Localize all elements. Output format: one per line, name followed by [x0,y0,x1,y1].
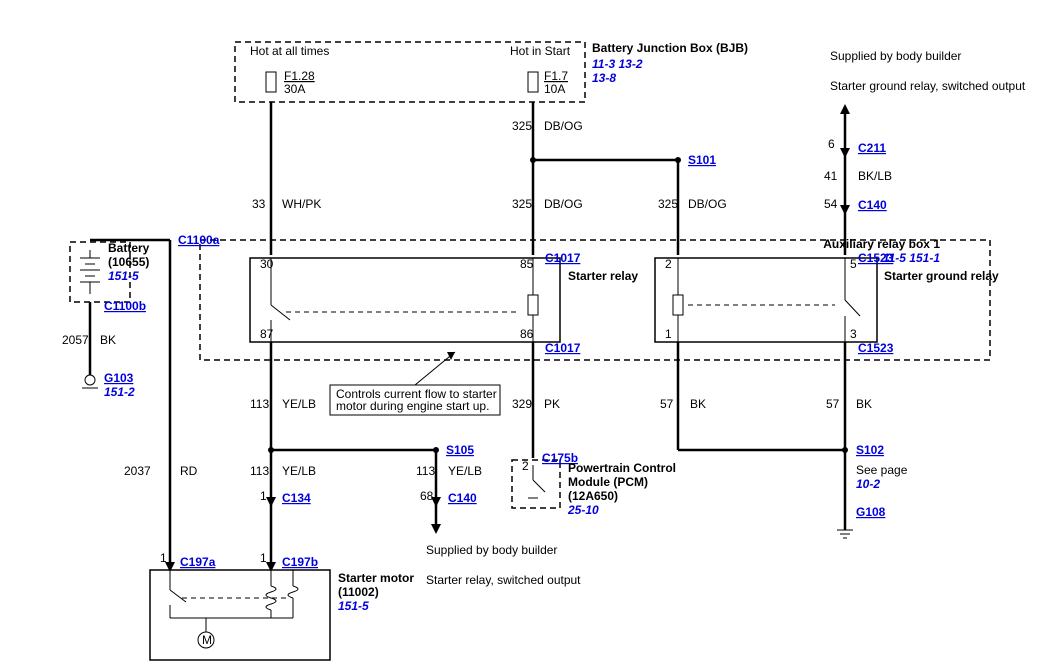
svg-text:1: 1 [260,551,267,565]
g108: G108 [856,505,886,519]
c1017-top: C1017 [545,251,581,265]
s101: S101 [688,153,716,167]
svg-text:113: 113 [250,397,269,411]
w41-n: 41 [824,169,838,183]
svg-text:Supplied by body builder: Supplied by body builder [426,543,557,557]
w325b-c: DB/OG [544,197,583,211]
f128-name: F1.28 [284,69,315,83]
starter-motor [150,570,330,660]
c1100a: C1100a [178,233,220,247]
fuse-2-symbol [528,72,538,92]
arrow-icon [447,352,455,360]
svg-text:85: 85 [520,257,534,271]
svg-text:BK: BK [690,397,706,411]
ground-symbol [85,375,95,385]
g103: G103 [104,371,134,385]
svg-text:Starter motor: Starter motor [338,571,414,585]
w325a-c: DB/OG [544,119,583,133]
svg-text:Starter relay, switched output: Starter relay, switched output [426,573,581,587]
arrow-down-icon [431,524,441,534]
seepage: See page [856,463,908,477]
svg-text:57: 57 [660,397,674,411]
svg-text:Battery: Battery [108,241,150,255]
w325a-n: 325 [512,119,532,133]
c134: C134 [282,491,311,505]
svg-text:1: 1 [260,489,267,503]
svg-text:2057: 2057 [62,333,89,347]
svg-text:1: 1 [665,327,672,341]
svg-text:Auxiliary relay box 1: Auxiliary relay box 1 [823,237,940,251]
svg-text:YE/LB: YE/LB [282,464,316,478]
c1100b: C1100b [104,299,146,313]
f17-name: F1.7 [544,69,568,83]
s105: S105 [446,443,474,457]
svg-text:5: 5 [850,257,857,271]
starter-ground-relay [655,258,877,342]
svg-text:Powertrain Control: Powertrain Control [568,461,676,475]
svg-text:(10655): (10655) [108,255,149,269]
svg-text:3: 3 [850,327,857,341]
c1017-bot: C1017 [545,341,581,355]
svg-text:BK: BK [100,333,116,347]
pcm-box [512,460,560,508]
svg-text:30: 30 [260,257,274,271]
c211: C211 [858,141,886,155]
w325b-n: 325 [512,197,532,211]
w54-n: 54 [824,197,838,211]
starter-relay-label: Starter relay [568,269,638,283]
bjb-ref-2: 13-8 [592,71,616,85]
svg-text:2: 2 [665,257,672,271]
c197b: C197b [282,555,318,569]
fuse-1-symbol [266,72,276,92]
svg-text:57: 57 [826,397,840,411]
svg-text:86: 86 [520,327,534,341]
c1523-top: C1523 [858,251,894,265]
svg-text:YE/LB: YE/LB [282,397,316,411]
svg-text:PK: PK [544,397,560,411]
s102: S102 [856,443,884,457]
f17-amps: 10A [544,82,565,96]
svg-text:BK: BK [856,397,872,411]
arrow-up-icon [840,104,850,114]
g103-ref: 151-2 [104,385,135,399]
f17-hot: Hot in Start [510,44,571,58]
motor-icon: M [202,633,212,647]
c140-bot: C140 [448,491,477,505]
w6-n: 6 [828,137,835,151]
bjb-ref-1: 11-3 13-2 [592,57,643,71]
starter-relay [250,258,560,342]
w41-c: BK/LB [858,169,892,183]
c1523-bot: C1523 [858,341,894,355]
f128-amps: 30A [284,82,305,96]
sgr-label: Starter ground relay [884,269,999,283]
svg-text:68: 68 [420,489,434,503]
supplied-2a: Supplied by body builder [830,49,961,63]
svg-text:2037: 2037 [124,464,151,478]
starter-ref: 151-5 [338,599,369,613]
w33-num: 33 [252,197,266,211]
svg-text:87: 87 [260,327,274,341]
wiring-diagram: Battery Junction Box (BJB) 11-3 13-2 13-… [0,0,1044,665]
svg-text:motor during engine start up.: motor during engine start up. [336,399,489,413]
svg-text:(12A650): (12A650) [568,489,618,503]
starter-gnd-note: Starter ground relay, switched output [830,79,1026,93]
w325c-n: 325 [658,197,678,211]
svg-text:RD: RD [180,464,198,478]
svg-text:2: 2 [522,459,529,473]
svg-text:329: 329 [512,397,532,411]
svg-text:(11002): (11002) [338,585,379,599]
battery-ref: 151-5 [108,269,139,283]
svg-text:YE/LB: YE/LB [448,464,482,478]
w325c-c: DB/OG [688,197,727,211]
c140-top: C140 [858,198,887,212]
seepage-ref: 10-2 [856,477,880,491]
pcm-ref: 25-10 [567,503,599,517]
bjb-title-1: Battery Junction Box (BJB) [592,41,748,55]
svg-text:113: 113 [250,464,269,478]
w33-col: WH/PK [282,197,321,211]
f128-hot: Hot at all times [250,44,329,58]
svg-text:Module (PCM): Module (PCM) [568,475,648,489]
c197a: C197a [180,555,216,569]
svg-text:113: 113 [416,464,435,478]
